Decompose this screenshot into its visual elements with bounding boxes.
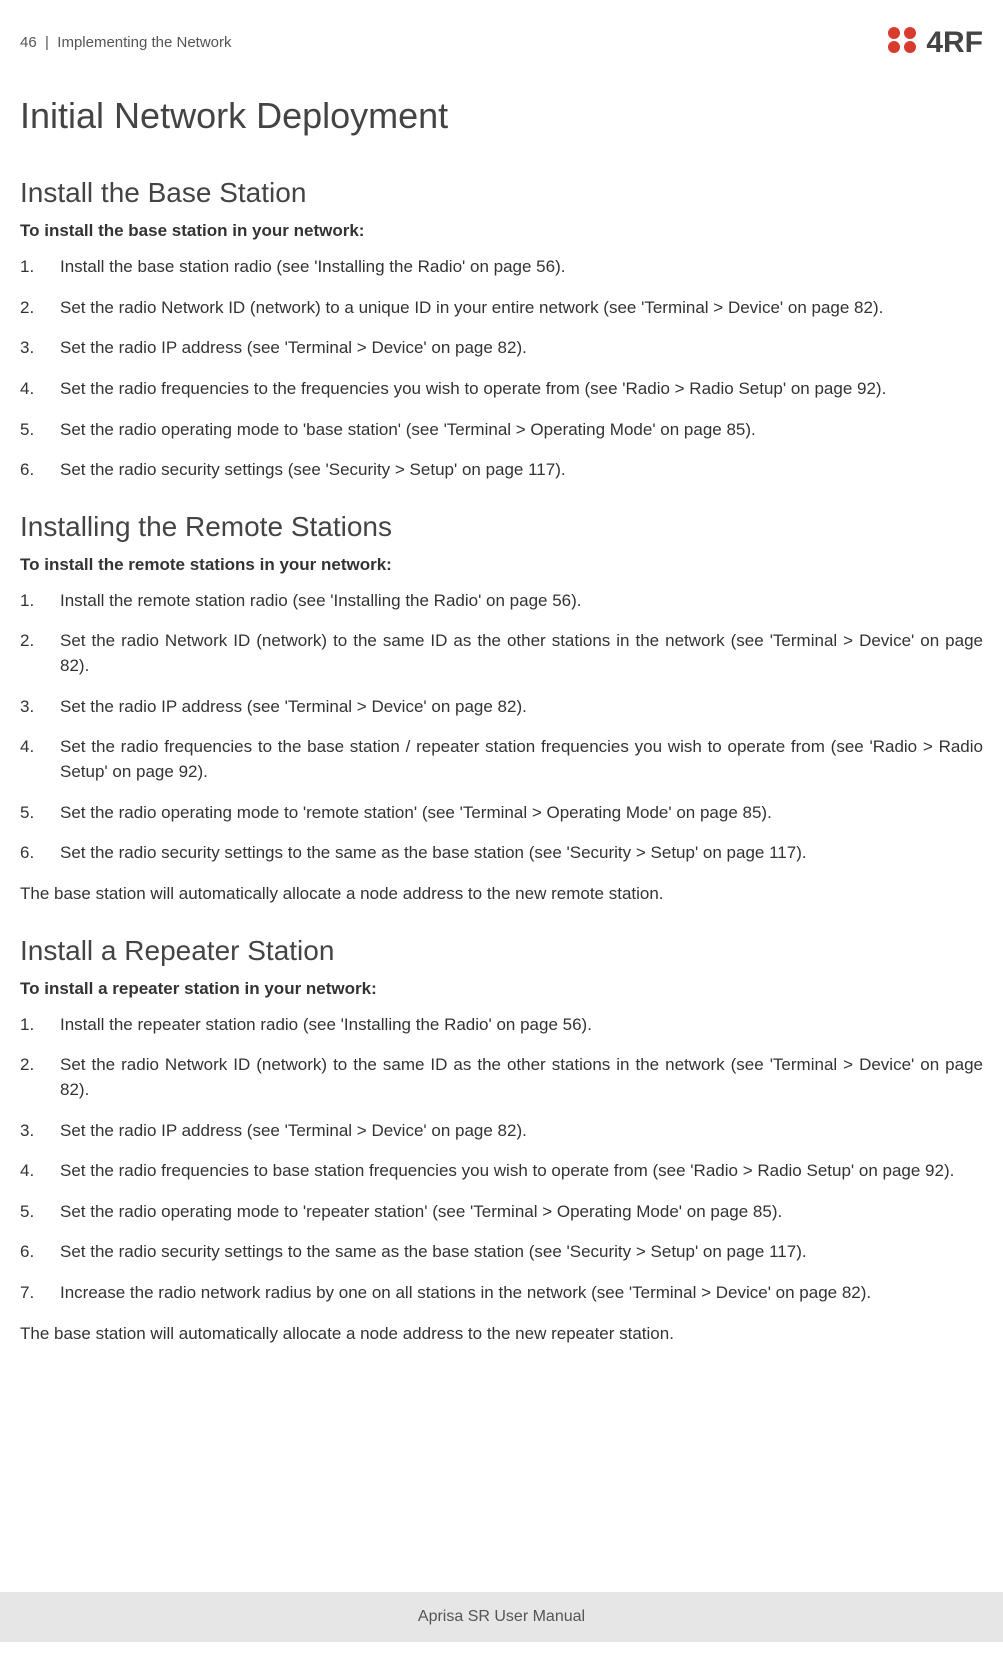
section-heading: Install the Base Station	[20, 177, 983, 209]
instruction-item: Set the radio operating mode to 'remote …	[20, 801, 983, 826]
section-lead: To install the remote stations in your n…	[20, 555, 983, 575]
instruction-item: Set the radio Network ID (network) to a …	[20, 296, 983, 321]
instruction-item: Set the radio Network ID (network) to th…	[20, 1053, 983, 1102]
instruction-item: Set the radio IP address (see 'Terminal …	[20, 336, 983, 361]
section-lead: To install a repeater station in your ne…	[20, 979, 983, 999]
header-section: Implementing the Network	[57, 34, 231, 51]
instruction-item: Set the radio frequencies to the frequen…	[20, 377, 983, 402]
instruction-item: Install the repeater station radio (see …	[20, 1013, 983, 1038]
section-heading: Installing the Remote Stations	[20, 511, 983, 543]
instruction-list: Install the base station radio (see 'Ins…	[20, 255, 983, 483]
instruction-item: Set the radio Network ID (network) to th…	[20, 629, 983, 678]
instruction-item: Increase the radio network radius by one…	[20, 1281, 983, 1306]
footer-text: Aprisa SR User Manual	[418, 1608, 585, 1626]
instruction-item: Set the radio operating mode to 'base st…	[20, 418, 983, 443]
instruction-item: Set the radio frequencies to base statio…	[20, 1159, 983, 1184]
section-lead: To install the base station in your netw…	[20, 221, 983, 241]
header-left: 46 | Implementing the Network	[20, 34, 232, 51]
instruction-item: Install the base station radio (see 'Ins…	[20, 255, 983, 280]
section-trailing-paragraph: The base station will automatically allo…	[20, 1322, 983, 1347]
instruction-item: Set the radio IP address (see 'Terminal …	[20, 1119, 983, 1144]
section-heading: Install a Repeater Station	[20, 935, 983, 967]
instruction-item: Set the radio operating mode to 'repeate…	[20, 1200, 983, 1225]
logo-icon	[886, 25, 920, 60]
instruction-item: Set the radio IP address (see 'Terminal …	[20, 695, 983, 720]
page-number: 46	[20, 34, 37, 51]
logo-text: 4RF	[926, 26, 983, 60]
instruction-item: Set the radio frequencies to the base st…	[20, 735, 983, 784]
instruction-list: Install the repeater station radio (see …	[20, 1013, 983, 1306]
instruction-item: Set the radio security settings to the s…	[20, 841, 983, 866]
header-separator: |	[45, 34, 49, 51]
page-header: 46 | Implementing the Network 4RF	[20, 20, 983, 60]
logo: 4RF	[886, 25, 983, 60]
instruction-item: Install the remote station radio (see 'I…	[20, 589, 983, 614]
instruction-list: Install the remote station radio (see 'I…	[20, 589, 983, 866]
section-trailing-paragraph: The base station will automatically allo…	[20, 882, 983, 907]
page-title: Initial Network Deployment	[20, 95, 983, 137]
instruction-item: Set the radio security settings (see 'Se…	[20, 458, 983, 483]
page-footer: Aprisa SR User Manual	[0, 1592, 1003, 1642]
instruction-item: Set the radio security settings to the s…	[20, 1240, 983, 1265]
